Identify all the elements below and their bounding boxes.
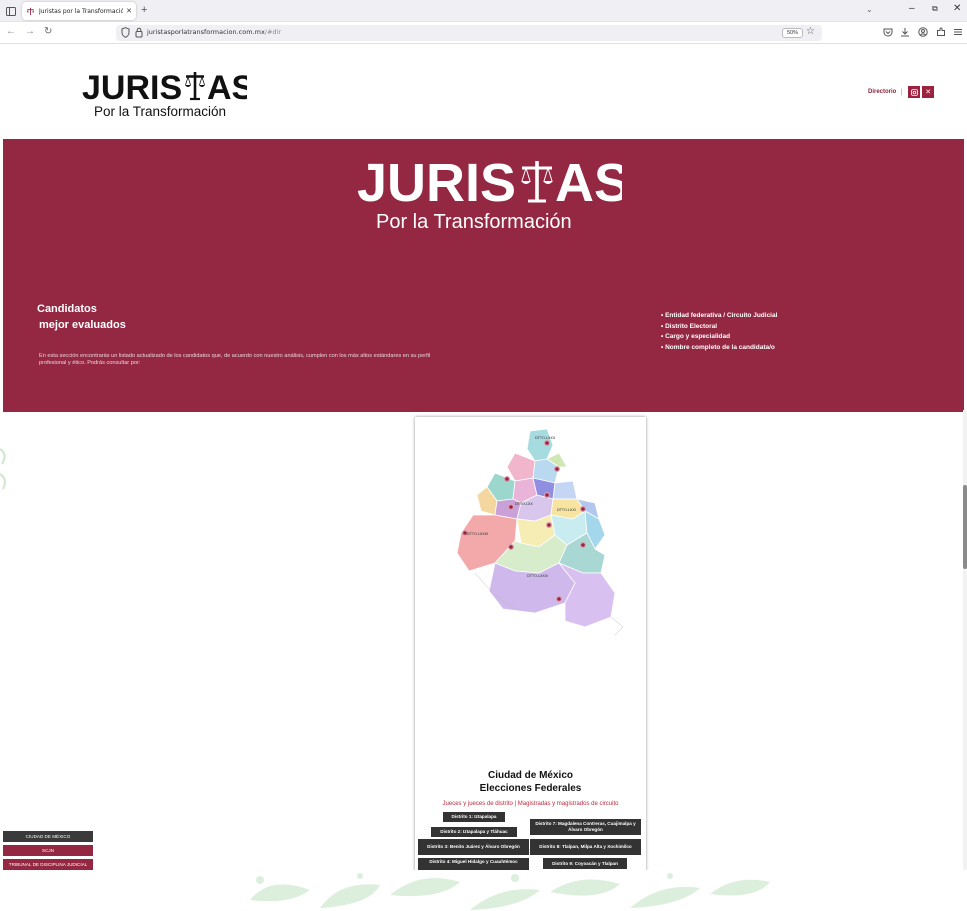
download-icon[interactable] (900, 27, 910, 37)
scales-icon (521, 161, 553, 203)
forward-icon[interactable]: → (25, 26, 35, 38)
menu-icon[interactable] (953, 27, 963, 37)
district-card: DTTO.LXXX DTTO.LXX DTTO.LXXI DTTO.LXXIII… (415, 417, 646, 911)
district-button-2[interactable]: Distrito 2: Iztapalapa y Tláhuac (431, 827, 517, 837)
reload-icon[interactable]: ↻ (44, 26, 52, 38)
minimize-button[interactable]: – (909, 3, 915, 14)
close-tab-icon[interactable]: ✕ (126, 7, 132, 15)
scales-icon (185, 72, 205, 101)
browser-tab[interactable]: Juristas por la Transformación - Dir ✕ (22, 2, 136, 20)
logo-graphic: JURIS AS Por la Transformación (82, 69, 254, 119)
chevron-down-icon[interactable]: ⌄ (866, 5, 873, 14)
side-button-tribunal-disciplina[interactable]: TRIBUNAL DE DISCIPLINA JUDICIAL (3, 859, 93, 870)
instagram-icon[interactable] (908, 86, 921, 98)
hero-heading: Candidatos mejor evaluados (37, 301, 126, 333)
bookmark-star-icon[interactable]: ☆ (806, 26, 815, 37)
nav-separator: | (900, 88, 903, 96)
hero-logo-word-left: JURIS (357, 153, 516, 213)
logo-word-left: JURIS (82, 69, 182, 107)
back-icon[interactable]: ← (6, 26, 16, 38)
card-title-line2: Elecciones Federales (479, 783, 582, 794)
hero-description: En esta sección encontrarás un listado a… (39, 353, 431, 366)
cdmx-district-map[interactable]: DTTO.LXXX DTTO.LXX DTTO.LXXI DTTO.LXXIII… (455, 423, 630, 638)
district-button-8[interactable]: Distrito 8: Tlalpan, Milpa Alta y Xochim… (530, 839, 641, 855)
map-label: DTTO.LXXX (535, 436, 556, 440)
account-icon[interactable] (918, 27, 928, 37)
map-label: DTTO.LXX (515, 502, 533, 506)
site-logo[interactable]: JURIS AS Por la Transformación (82, 66, 254, 123)
logo-tagline: Por la Transformación (94, 104, 226, 118)
card-title-line1: Ciudad de México (487, 770, 573, 781)
nav-directorio-link[interactable]: Directorio (868, 89, 896, 95)
page-viewport: JURIS AS Por la Transformación Directori… (0, 44, 964, 911)
lock-icon (135, 27, 143, 38)
sidebar-icon[interactable] (4, 4, 18, 18)
district-button-9[interactable]: Distrito 9: Coyoacán y Tlalpan (543, 858, 627, 869)
hero-logo-word-right: AS (555, 153, 622, 213)
map-label: DTTO.LXXIV (527, 574, 549, 578)
side-button-scjn[interactable]: SCJN (3, 845, 93, 856)
district-button-3[interactable]: Distrito 3: Benito Juárez y Álvaro Obreg… (418, 839, 529, 855)
url-text: juristasporlatransformacion.com.mx/#dir (147, 28, 282, 36)
hero-banner: JURIS AS Por la Transformación Candidato… (3, 139, 964, 412)
map-label: DTTO.LXXI (557, 508, 576, 512)
district-button-1[interactable]: Distrito 1: Iztapalapa (443, 812, 505, 822)
new-tab-button[interactable]: + (141, 4, 147, 16)
extensions-icon[interactable] (936, 27, 946, 37)
logo-word-right: AS (207, 69, 247, 107)
x-icon[interactable]: ✕ (922, 86, 935, 98)
tab-title: Juristas por la Transformación - Dir (39, 7, 124, 15)
maximize-button[interactable]: ⧉ (932, 4, 938, 14)
card-title: Ciudad de México Elecciones Federales (415, 769, 646, 795)
pocket-icon[interactable] (883, 27, 893, 37)
browser-tab-bar: Juristas por la Transformación - Dir ✕ +… (0, 0, 967, 22)
window-close-button[interactable]: ✕ (953, 3, 961, 14)
favicon-icon (26, 7, 35, 15)
side-button-ciudad-de-mexico[interactable]: CIUDAD DE MÉXICO (3, 831, 93, 842)
criteria-item: • Entidad federativa / Circuito Judicial (661, 312, 778, 319)
browser-nav-bar: ← → ↻ juristasporlatransformacion.com.mx… (0, 22, 967, 44)
card-subtitle: Jueces y jueces de distrito | Magistrada… (442, 801, 619, 807)
decorative-leaf-left (0, 448, 6, 490)
criteria-item: • Cargo y especialidad (661, 333, 731, 340)
map-label: DTTO.LXXIII (467, 532, 488, 536)
hero-heading-line1: Candidatos (37, 303, 97, 315)
hero-heading-line2: mejor evaluados (39, 319, 126, 331)
page-scrollbar-track[interactable] (963, 410, 967, 870)
criteria-item: • Nombre completo de la candidata/o (661, 343, 775, 351)
hero-logo: JURIS AS Por la Transformación (357, 149, 630, 246)
decorative-foliage (230, 870, 775, 911)
criteria-item: • Distrito Electoral (661, 322, 718, 330)
url-bar[interactable]: juristasporlatransformacion.com.mx/#dir … (116, 25, 822, 41)
criteria-list: • Entidad federativa / Circuito Judicial… (661, 311, 777, 353)
side-button-label: CIUDAD DE MÉXICO (25, 834, 71, 839)
district-button-7[interactable]: Distrito 7: Magdalena Contreras, Cuajima… (530, 819, 641, 835)
zoom-level-badge[interactable]: 50% (782, 28, 804, 38)
side-button-label: TRIBUNAL DE DISCIPLINA JUDICIAL (8, 862, 88, 867)
page-scrollbar-thumb[interactable] (963, 485, 967, 569)
hero-logo-tagline: Por la Transformación (376, 211, 572, 233)
side-button-label: SCJN (42, 848, 54, 853)
shield-icon[interactable] (121, 27, 130, 38)
header-nav: Directorio | ✕ (868, 86, 935, 98)
